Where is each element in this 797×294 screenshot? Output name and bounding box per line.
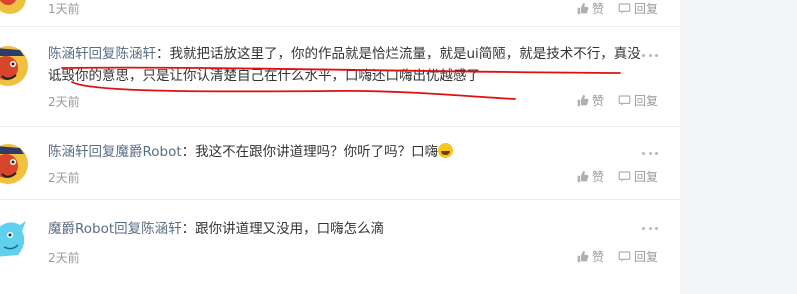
reply-target[interactable]: 陈涵轩: [141, 221, 182, 237]
comment-icon: [618, 171, 631, 182]
comment-item: 陈涵轩回复魔爵Robot：我这不在跟你讲道理吗？你听了吗？口嗨 2天前 赞 回复: [0, 126, 680, 200]
comment-actions: 赞 回复: [576, 168, 658, 185]
comment-text: 陈涵轩回复魔爵Robot：我这不在跟你讲道理吗？你听了吗？口嗨: [48, 141, 650, 163]
comment-author[interactable]: 陈涵轩: [48, 144, 89, 160]
like-button[interactable]: 赞: [576, 248, 604, 265]
grinning-sweat-emoji: [438, 143, 454, 158]
comment-author[interactable]: 魔爵Robot: [48, 221, 114, 237]
avatar[interactable]: [0, 213, 28, 263]
thumb-up-icon: [577, 2, 589, 15]
reply-verb: 回复: [88, 144, 116, 160]
avatar[interactable]: [0, 42, 28, 92]
like-button[interactable]: 赞: [576, 0, 604, 17]
comment-actions: 赞 回复: [576, 92, 658, 109]
right-sidebar-background: [680, 0, 797, 294]
comment-text: 陈涵轩回复陈涵轩：我就把话放这里了，你的作品就是恰烂流量，就是ui简陋，就是技术…: [48, 46, 641, 84]
comment-actions: 赞 回复: [576, 248, 658, 265]
reply-button[interactable]: 回复: [618, 168, 658, 185]
reply-label: 回复: [633, 94, 658, 108]
comment-time: 2天前: [48, 171, 80, 185]
thumb-up-icon: [577, 250, 589, 263]
comment-content: 跟你讲道理又没用，口嗨怎么滴: [195, 221, 385, 237]
reply-verb: 回复: [114, 221, 142, 237]
reply-target[interactable]: 魔爵Robot: [116, 144, 182, 160]
comment-time: 2天前: [48, 251, 80, 265]
like-label: 赞: [591, 94, 604, 108]
comment-item: 魔爵Robot回复陈涵轩：跟你讲道理又没用，口嗨怎么滴 2天前 赞 回复: [0, 199, 680, 294]
comment-icon: [618, 95, 631, 106]
comment-author[interactable]: 陈涵轩: [48, 46, 89, 62]
reply-button[interactable]: 回复: [618, 92, 658, 109]
reply-label: 回复: [633, 250, 658, 264]
thumb-up-icon: [577, 94, 589, 107]
reply-label: 回复: [633, 2, 658, 16]
comment-item-partial: 1天前 赞 回复: [0, 0, 680, 27]
reply-label: 回复: [633, 170, 658, 184]
reply-button[interactable]: 回复: [618, 0, 658, 17]
comment-item: 陈涵轩回复陈涵轩：我就把话放这里了，你的作品就是恰烂流量，就是ui简陋，就是技术…: [0, 26, 680, 127]
like-button[interactable]: 赞: [576, 92, 604, 109]
reply-verb: 回复: [88, 46, 116, 62]
reply-target[interactable]: 陈涵轩: [116, 46, 157, 62]
like-button[interactable]: 赞: [576, 168, 604, 185]
like-label: 赞: [591, 250, 604, 264]
avatar[interactable]: [0, 140, 28, 190]
thumb-up-icon: [577, 170, 589, 183]
comment-actions: 赞 回复: [576, 0, 658, 17]
like-label: 赞: [591, 170, 604, 184]
comment-icon: [618, 3, 631, 14]
like-label: 赞: [591, 2, 604, 16]
comment-text: 魔爵Robot回复陈涵轩：跟你讲道理又没用，口嗨怎么滴: [48, 221, 385, 237]
reply-button[interactable]: 回复: [618, 248, 658, 265]
comment-time: 2天前: [48, 95, 80, 109]
comment-icon: [618, 251, 631, 262]
comment-content: 我这不在跟你讲道理吗？你听了吗？口嗨: [195, 144, 439, 160]
comment-time: 1天前: [48, 2, 80, 16]
